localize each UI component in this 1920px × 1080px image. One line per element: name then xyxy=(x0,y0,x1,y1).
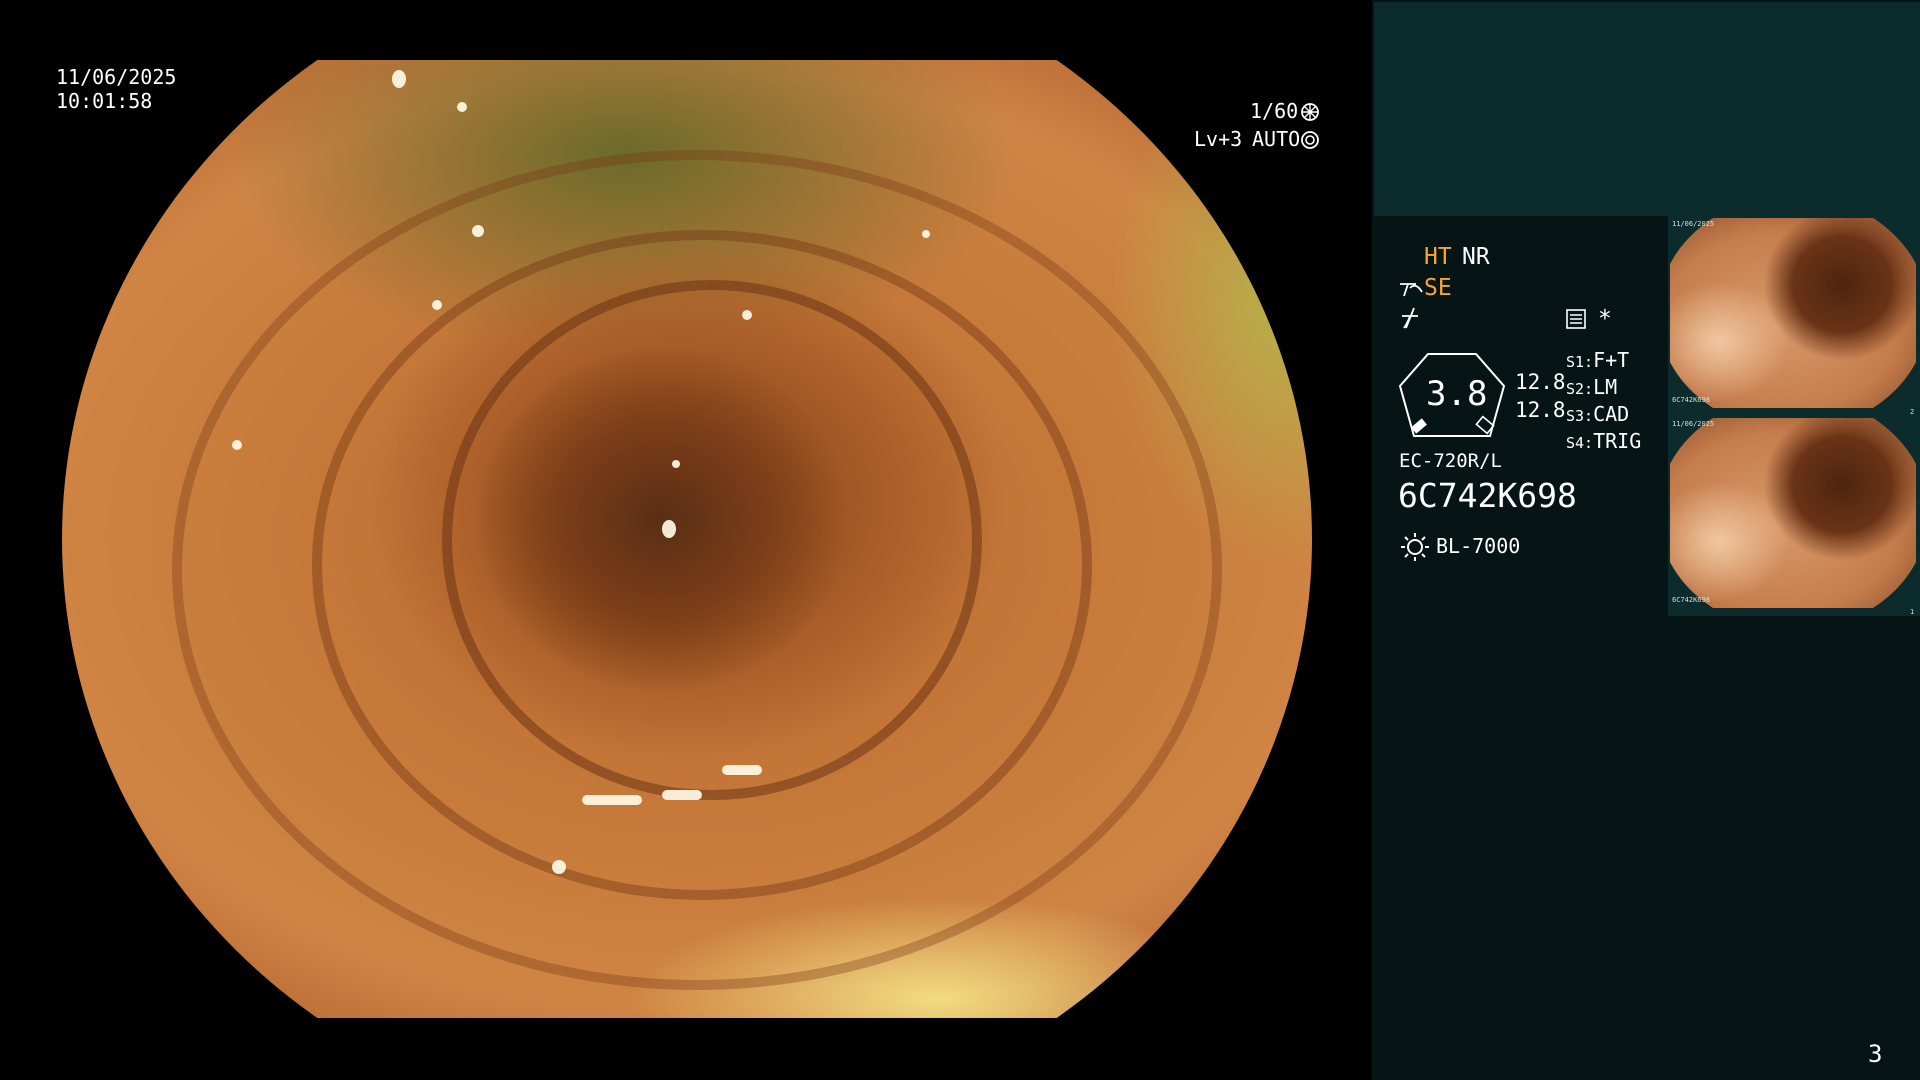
serial-number: 6C742K698 xyxy=(1398,476,1577,515)
thumbnail-index: 2 xyxy=(1910,408,1915,416)
switch-list: S1:F+T S2:LM S3:CAD S4:TRIG xyxy=(1566,348,1641,456)
switch-value: TRIG xyxy=(1593,429,1642,453)
switch-item: S3:CAD xyxy=(1566,402,1641,429)
switch-key: S2: xyxy=(1566,380,1594,398)
enhance-icon xyxy=(1400,283,1423,297)
readout-a: 12.8 xyxy=(1515,370,1566,394)
asterisk-label: * xyxy=(1598,306,1612,332)
switch-key: S4: xyxy=(1566,434,1594,452)
light-source: BL-7000 xyxy=(1436,534,1521,558)
thumbnail-serial: 6C742K698 xyxy=(1672,396,1710,404)
date-label: 11/06/2025 xyxy=(56,65,177,89)
switch-value: CAD xyxy=(1593,402,1630,426)
se-label: SE xyxy=(1424,275,1452,301)
shutter-label: 1/60 xyxy=(1250,99,1299,123)
light-icon xyxy=(1401,533,1429,561)
endoscope-view: 11/06/2025 10:01:58 1/60 Lv+3 AUTO xyxy=(0,0,1372,1080)
shutter-icon xyxy=(1301,103,1319,121)
freeze-icon xyxy=(1402,307,1418,329)
thumbnail-date: 11/06/2025 xyxy=(1672,420,1715,428)
iris-label: AUTO xyxy=(1252,127,1301,151)
nr-label: NR xyxy=(1462,244,1490,270)
time-label: 10:01:58 xyxy=(56,89,153,113)
menu-icon xyxy=(1566,309,1586,329)
page-number: 3 xyxy=(1868,1040,1883,1068)
switch-key: S3: xyxy=(1566,407,1594,425)
switch-item: S1:F+T xyxy=(1566,348,1641,375)
switch-item: S2:LM xyxy=(1566,375,1641,402)
switch-key: S1: xyxy=(1566,353,1594,371)
thumbnail-image[interactable] xyxy=(1670,418,1916,608)
level-label: Lv+3 xyxy=(1194,127,1243,151)
thumbnail-image[interactable] xyxy=(1670,218,1916,408)
thumbnail-index: 1 xyxy=(1910,608,1915,616)
iris-icon xyxy=(1301,131,1319,149)
endoscope-image xyxy=(62,60,1312,1018)
thumbnail-serial: 6C742K698 xyxy=(1672,596,1710,604)
readout-b: 12.8 xyxy=(1515,398,1566,422)
scope-model: EC-720R/L xyxy=(1399,450,1502,472)
switch-value: LM xyxy=(1593,375,1618,399)
ht-label: HT xyxy=(1424,244,1452,270)
panel-header-area xyxy=(1374,2,1920,216)
switch-item: S4:TRIG xyxy=(1566,429,1641,456)
thumbnail-date: 11/06/2025 xyxy=(1672,220,1715,228)
switch-value: F+T xyxy=(1593,348,1630,372)
gauge-value: 3.8 xyxy=(1426,374,1488,414)
